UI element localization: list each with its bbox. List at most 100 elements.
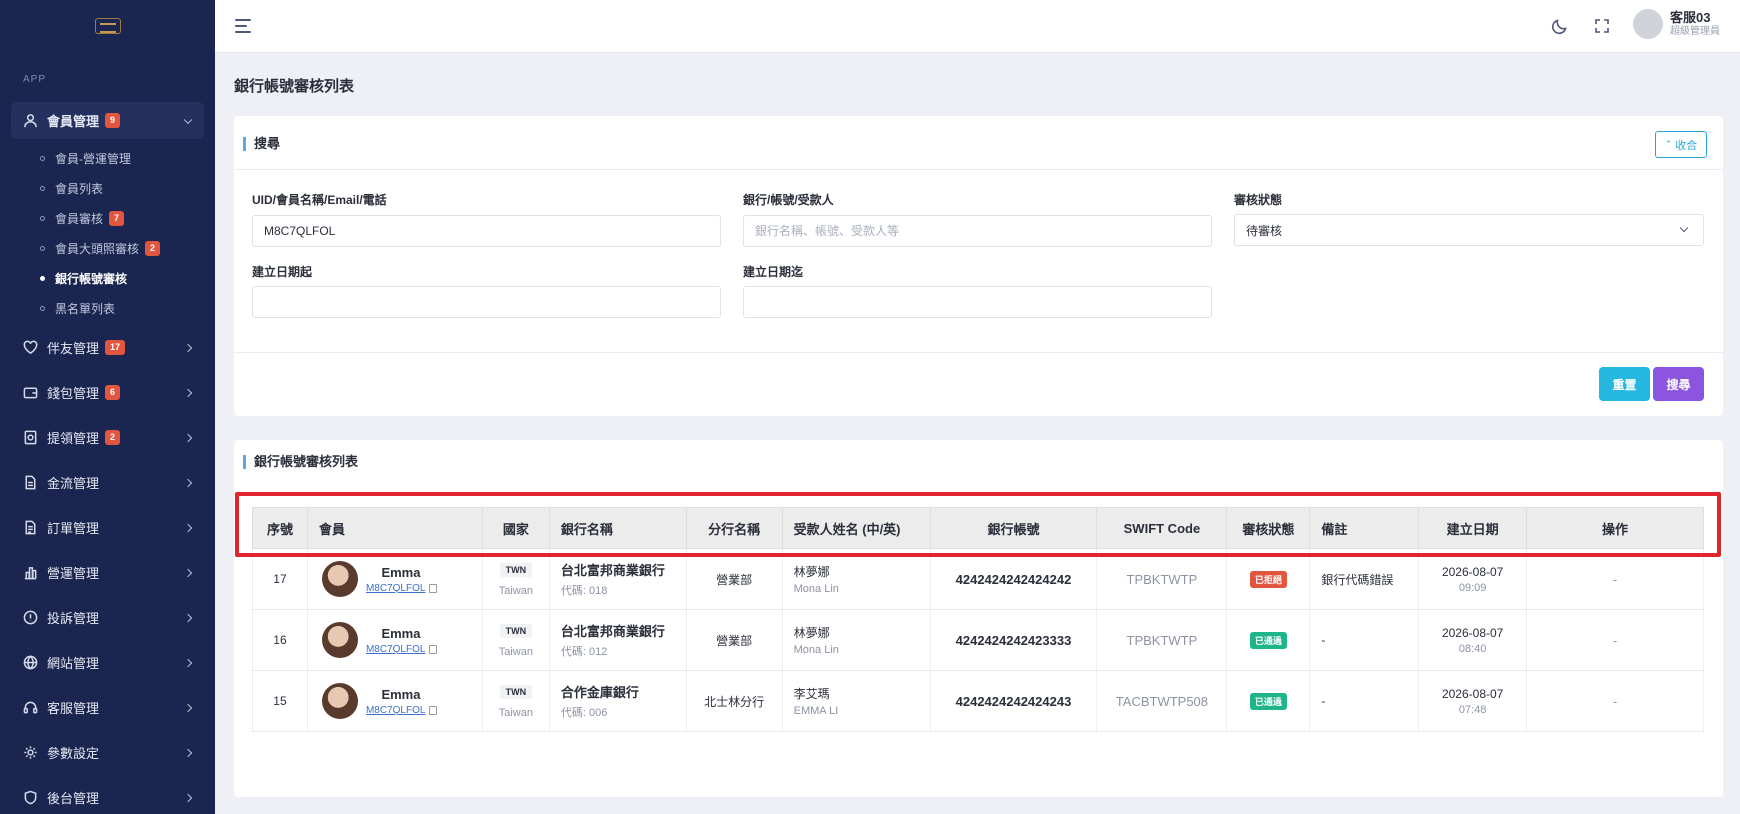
sidebar-item-label: 訂單管理 [47,521,100,536]
country-code: TWN [499,684,533,699]
member-uid-link[interactable]: M8C7QLFOL [365,704,438,716]
swift: TPBKTWTP [1096,609,1228,671]
date-from-input[interactable] [252,286,721,318]
submenu-item-member-list[interactable]: 會員列表 [0,173,215,203]
logo[interactable] [0,0,215,52]
col-no[interactable]: 序號 [252,507,308,549]
sidebar-item-label: 後台管理 [47,791,100,806]
bank-label: 銀行/帳號/受款人 [743,193,834,207]
user-role: 超級管理員 [1670,26,1720,37]
bullet-icon [40,275,45,281]
sidebar-item-cashflow[interactable]: 金流管理 [0,460,215,505]
badge: 2 [105,430,121,445]
col-payee[interactable]: 受款人姓名 (中/英) [781,507,931,549]
status-select[interactable]: 待審核 [1234,214,1704,246]
status-badge: 已通過 [1249,631,1287,649]
dark-mode-icon[interactable] [1551,17,1569,35]
member-name: Emma [381,686,421,702]
bar-chart-icon [23,565,38,580]
submenu-label: 會員列表 [55,181,104,196]
collapse-button[interactable]: ⌃ 收合 [1655,131,1707,158]
col-swift[interactable]: SWIFT Code [1096,507,1228,549]
date-cell: 2026-08-07 08:40 [1418,609,1528,671]
submenu-label: 黑名單列表 [55,301,116,316]
chevron-right-icon [183,523,193,532]
col-status[interactable]: 審核狀態 [1226,507,1311,549]
uid-input[interactable] [252,215,721,247]
sidebar-item-settings[interactable]: 參數設定 [0,730,215,775]
col-bank[interactable]: 銀行名稱 [548,507,687,549]
copy-icon[interactable] [429,644,438,654]
sidebar-item-wallet[interactable]: 錢包管理 6 [0,370,215,415]
payee-en: Mona Lin [793,644,839,656]
col-date[interactable]: 建立日期 [1418,507,1528,549]
chevron-right-icon [183,568,193,577]
logo-icon [94,18,121,34]
chevron-right-icon [183,433,193,442]
collapse-label: 收合 [1675,139,1698,152]
copy-icon[interactable] [429,705,438,715]
submenu-item-member-review[interactable]: 會員審核 7 [0,203,215,233]
chevron-right-icon [183,793,193,802]
member-uid-link[interactable]: M8C7QLFOL [365,643,438,655]
col-account[interactable]: 銀行帳號 [929,507,1098,549]
sidebar-item-support[interactable]: 客服管理 [0,685,215,730]
reset-button[interactable]: 重置 [1599,367,1650,401]
submenu-item-avatar-review[interactable]: 會員大頭照審核 2 [0,233,215,263]
country-code: TWN [499,562,533,577]
sidebar-item-orders[interactable]: 訂單管理 [0,505,215,550]
sidebar-item-label: 網站管理 [47,656,100,671]
sidebar-item-members[interactable]: 會員管理 9 [11,102,204,139]
time: 09:09 [1458,581,1487,594]
avatar[interactable] [321,622,358,658]
sidebar-item-label: 錢包管理 [47,386,100,401]
col-member[interactable]: 會員 [306,507,483,549]
col-action[interactable]: 操作 [1526,507,1704,549]
fullscreen-icon[interactable] [1593,17,1611,35]
chevron-right-icon [183,703,193,712]
note: 銀行代碼錯誤 [1309,548,1420,610]
menu-toggle-icon[interactable] [235,19,251,33]
divider [234,352,1723,353]
wallet-icon [23,385,38,400]
submenu-item-blacklist[interactable]: 黑名單列表 [0,293,215,323]
bank-cell: 台北富邦商業銀行 代碼: 018 [548,548,687,610]
submenu-item-bank-review[interactable]: 銀行帳號審核 [0,263,215,293]
date-to-input[interactable] [743,286,1212,318]
account: 4242424242423333 [929,609,1098,671]
avatar[interactable] [321,683,358,719]
sidebar-item-companions[interactable]: 伴友管理 17 [0,325,215,370]
date: 2026-08-07 [1441,625,1504,640]
member-uid: M8C7QLFOL [365,704,426,716]
col-note[interactable]: 備註 [1309,507,1420,549]
sidebar-item-withdraw[interactable]: 提領管理 2 [0,415,215,460]
avatar[interactable] [321,561,358,597]
col-country[interactable]: 國家 [481,507,550,549]
search-button[interactable]: 搜尋 [1653,367,1704,401]
col-branch[interactable]: 分行名稱 [685,507,783,549]
sidebar-item-label: 金流管理 [47,476,100,491]
country-cell: TWN Taiwan [481,670,550,732]
status-label: 審核狀態 [1234,193,1283,207]
shield-icon [23,790,38,805]
member-uid-link[interactable]: M8C7QLFOL [366,583,438,594]
status-cell: 已通過 [1226,670,1311,732]
copy-icon[interactable] [429,583,438,593]
table-row: 15 Emma M8C7QLFOL TWN Taiwan 合作金庫銀行 代碼: 006… [252,670,1704,732]
sidebar-item-website[interactable]: 網站管理 [0,640,215,685]
bank-review-table: 序號 會員 國家 銀行名稱 分行名稱 受款人姓名 (中/英) 銀行帳號 SWIF… [252,507,1704,732]
chevron-right-icon [183,343,193,352]
action: - [1526,609,1704,671]
sidebar-item-operations[interactable]: 營運管理 [0,550,215,595]
submenu-item-member-ops[interactable]: 會員-營運管理 [0,143,215,173]
sidebar-item-complaints[interactable]: 投訴管理 [0,595,215,640]
alert-icon [23,610,38,625]
bank-input[interactable] [743,215,1212,247]
member-cell: Emma M8C7QLFOL [306,670,483,732]
user-menu[interactable]: 客服03 超級管理員 [1633,9,1720,39]
member-cell: Emma M8C7QLFOL [306,609,483,671]
account: 4242424242424243 [929,670,1098,732]
sidebar-item-label: 參數設定 [47,746,100,761]
member-uid: M8C7QLFOL [365,643,426,655]
sidebar-item-admin[interactable]: 後台管理 [0,775,215,814]
